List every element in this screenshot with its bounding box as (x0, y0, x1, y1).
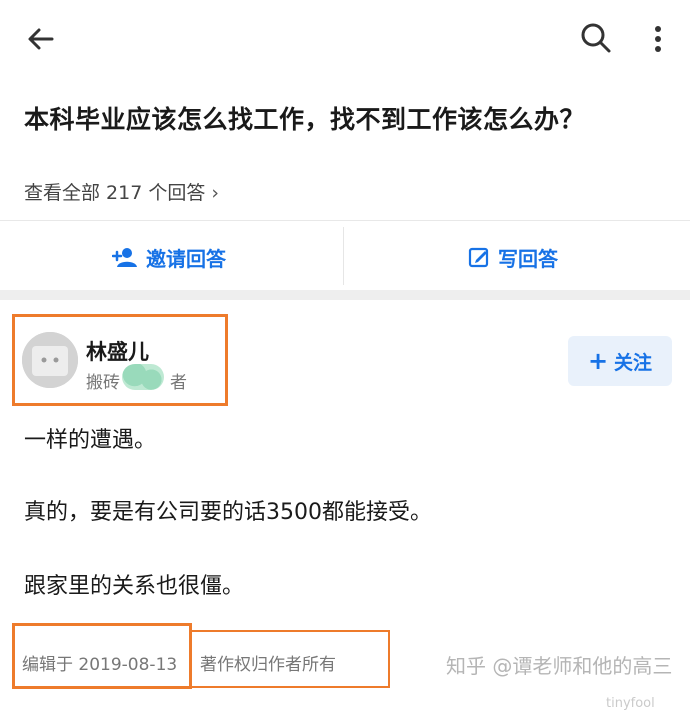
watermark: 知乎 @谭老师和他的高三 (446, 654, 673, 678)
search-icon (581, 23, 611, 53)
search-button[interactable] (578, 20, 614, 56)
arrow-left-icon (28, 28, 54, 50)
highlight-box-author (12, 314, 228, 406)
top-bar (0, 0, 690, 80)
view-all-answers-link[interactable]: 查看全部 217 个回答 › (24, 178, 219, 205)
follow-button[interactable]: + 关注 (568, 336, 672, 386)
edit-icon (468, 247, 489, 268)
answer-paragraph: 真的，要是有公司要的话3500都能接受。 (24, 500, 432, 525)
answer-paragraph: 跟家里的关系也很僵。 (24, 574, 245, 599)
chevron-right-icon: › (211, 182, 219, 204)
follow-label: 关注 (614, 351, 653, 374)
invite-answer-button[interactable]: 邀请回答 (112, 241, 226, 273)
watermark-sub: tinyfool (606, 696, 655, 711)
back-button[interactable] (24, 22, 58, 56)
highlight-box-date (12, 623, 192, 689)
write-answer-button[interactable]: 写回答 (468, 241, 558, 273)
add-user-icon (112, 248, 137, 267)
invite-answer-label: 邀请回答 (146, 246, 226, 271)
more-button[interactable] (644, 22, 672, 56)
view-all-answers-label: 查看全部 217 个回答 (24, 182, 206, 204)
answer-paragraph: 一样的遭遇。 (24, 428, 157, 453)
action-divider (343, 227, 344, 285)
more-vertical-icon (655, 26, 661, 52)
section-separator (0, 290, 690, 300)
highlight-box-copyright (190, 630, 390, 688)
plus-icon: + (587, 347, 609, 375)
action-bar: 邀请回答 写回答 (0, 220, 690, 291)
question-title[interactable]: 本科毕业应该怎么找工作，找不到工作该怎么办？ (24, 100, 674, 136)
write-answer-label: 写回答 (498, 246, 558, 271)
